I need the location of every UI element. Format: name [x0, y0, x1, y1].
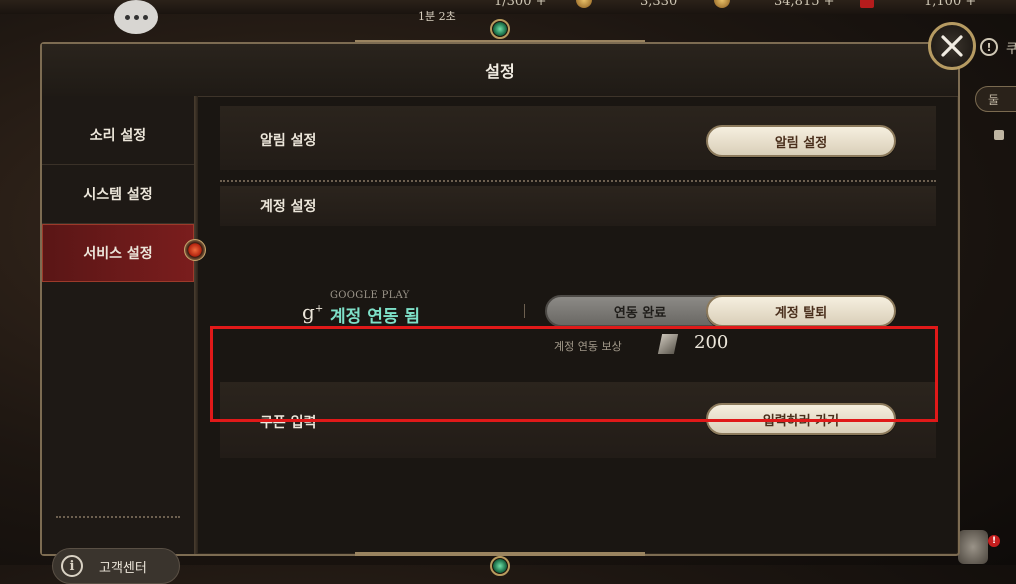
dialog-header: 설정: [42, 44, 958, 97]
sidebar-item-system[interactable]: 시스템 설정: [42, 165, 194, 224]
chat-icon[interactable]: [114, 0, 158, 34]
avatar[interactable]: [958, 530, 988, 564]
hud-tickets: 1,100 +: [924, 0, 977, 9]
customer-center-button[interactable]: i 고객센터: [52, 548, 180, 584]
gem-icon: [576, 0, 592, 8]
account-linked-status: 계정 연동 됨: [330, 307, 421, 327]
close-icon: [941, 35, 963, 57]
account-section-header: [220, 186, 936, 226]
lock-icon: [994, 130, 1004, 140]
sidebar-divider: [56, 516, 180, 518]
sidebar-item-label: 서비스 설정: [83, 246, 153, 262]
google-play-label: GOOGLE PLAY: [330, 290, 410, 301]
sidebar-item-service[interactable]: 서비스 설정: [42, 224, 194, 282]
notification-badge: !: [988, 535, 1000, 547]
settings-sidebar: 소리 설정 시스템 설정 서비스 설정 i 고객센터: [42, 96, 194, 584]
right-pill-button[interactable]: 둘: [975, 86, 1016, 112]
notification-settings-button[interactable]: 알림 설정: [706, 125, 896, 157]
section-divider: [220, 180, 936, 182]
right-hud-label: 쿠: [1006, 42, 1016, 57]
sidebar-item-label: 소리 설정: [89, 128, 147, 144]
timer-text: 1분 2초: [418, 10, 456, 23]
hud-gold: 34,815 +: [774, 0, 835, 9]
emerald-ornament-icon: [490, 556, 510, 576]
dialog-title: 설정: [485, 62, 515, 81]
account-section-title: 계정 설정: [260, 199, 317, 215]
settings-content: 알림 설정 알림 설정 계정 설정 g+ GOOGLE PLAY 계정 연동 됨…: [198, 96, 958, 554]
hud-gems: 3,330: [640, 0, 678, 9]
info-icon: i: [61, 555, 83, 577]
account-withdraw-button[interactable]: 계정 탈퇴: [706, 295, 896, 327]
ticket-icon: [860, 0, 874, 8]
highlight-box: [210, 326, 938, 422]
close-button[interactable]: [928, 22, 976, 70]
hud-energy: 1/300 +: [494, 0, 547, 9]
google-plus-icon: g+: [302, 300, 324, 324]
settings-dialog: 설정 소리 설정 시스템 설정 서비스 설정 i 고객센터 알림 설정 알림 설…: [40, 42, 960, 584]
gold-icon: [714, 0, 730, 8]
sidebar-item-sound[interactable]: 소리 설정: [42, 106, 194, 165]
sidebar-item-label: 시스템 설정: [83, 187, 153, 203]
alert-icon[interactable]: !: [980, 38, 998, 56]
notification-title: 알림 설정: [260, 133, 317, 149]
emerald-ornament-icon: [490, 19, 510, 39]
customer-center-label: 고객센터: [99, 560, 147, 576]
separator: [524, 304, 525, 318]
